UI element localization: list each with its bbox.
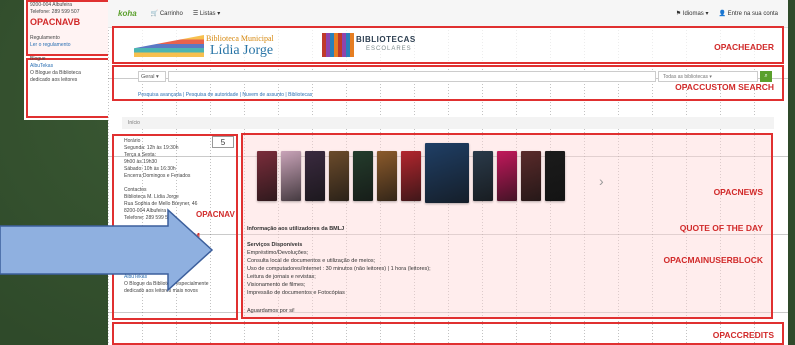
breadcrumb-home[interactable]: Início [128, 120, 140, 126]
services-title: Serviços Disponíveis [247, 242, 303, 248]
info-title: Informação aos utilizadores da BMLJ [247, 226, 345, 232]
ghost-region-label: OPACNAVB [30, 17, 81, 27]
book-cover[interactable] [281, 151, 301, 201]
book-cover[interactable] [497, 151, 517, 201]
more-searches-links[interactable]: Pesquisa avançada | Pesquisa de autorida… [138, 92, 312, 98]
library-select[interactable]: Todas as bibliotecas ▾ [658, 71, 758, 82]
breadcrumb: Início [122, 117, 774, 129]
opacmainuserblock-label: OPACMAINUSERBLOCK [663, 255, 763, 265]
logo-escolares-top: BIBLIOTECAS [356, 35, 416, 44]
opacnews-label: OPACNEWS [713, 187, 763, 197]
service-item: Empréstimo/Devoluções; [247, 250, 309, 256]
ghost-blog-desc1: O Blogue da Biblioteca [30, 70, 81, 76]
book-cover[interactable] [257, 151, 277, 201]
opaccustomsearch-region: Geral ▾ Todas as bibliotecas ▾ ⌕ Pesquis… [112, 65, 784, 101]
quote-of-the-day-label: QUOTE OF THE DAY [679, 223, 763, 233]
top-navbar: koha 🛒 Carrinho ☰ Listas ▾ ⚑ Idiomas ▾ 👤… [108, 0, 788, 28]
carousel-next-chevron-icon[interactable]: › [599, 173, 604, 189]
book-cover[interactable] [521, 151, 541, 201]
service-item: Visionamento de filmes; [247, 282, 306, 288]
search-icon: ⌕ [764, 73, 768, 79]
nav-line: Contactos [124, 187, 147, 193]
library-select-value: Todas as bibliotecas [663, 74, 709, 80]
nav-line: Biblioteca M. Lídia Jorge [124, 194, 179, 200]
login-link[interactable]: 👤 Entre na sua conta [718, 10, 778, 17]
search-go-button[interactable]: ⌕ [760, 71, 772, 82]
opacnav-label: OPACNAV [196, 210, 235, 219]
lists-link[interactable]: ☰ Listas ▾ [193, 10, 220, 17]
ghost-blog-desc2: dedicado aos leitores [30, 77, 78, 83]
book-cover[interactable] [401, 151, 421, 201]
languages-menu[interactable]: ⚑ Idiomas ▾ [676, 10, 709, 17]
nav-line: Rua Sophia de Mello Breyner, 46 [124, 201, 198, 207]
nav-line: Sábado: 10h às 16:30h [124, 166, 176, 172]
nav-line: Telefone: 289 599 507 [124, 215, 174, 221]
opaccredits-label: OPACCREDITS [712, 330, 774, 340]
login-label: Entre na sua conta [727, 11, 778, 17]
opacheader-region: Biblioteca Municipal Lídia Jorge BIBLIOT… [112, 26, 784, 64]
book-cover[interactable] [473, 151, 493, 201]
nav-line: 8200-004 Albufeira [124, 208, 166, 214]
opacnews-region: › OPACNEWS QUOTE OF THE DAY OPACMAINUSER… [241, 133, 773, 319]
book-cover[interactable] [545, 151, 565, 201]
ghost-blog: Blogue [30, 56, 46, 62]
nav-line: Horário [124, 138, 141, 144]
book-cover[interactable] [305, 151, 325, 201]
cart-link[interactable]: 🛒 Carrinho [151, 10, 183, 17]
logo-municipal-name: Lídia Jorge [210, 43, 274, 58]
logo-municipal-top: Biblioteca Municipal [206, 34, 274, 43]
languages-label: Idiomas [682, 11, 704, 17]
ghost-reg-link[interactable]: Ler o regulamento [30, 42, 71, 49]
number-box: 5 [212, 136, 234, 148]
opacnavbottom-label: OPACNAVBOTTOM [122, 231, 200, 241]
search-scope-value: Geral [141, 74, 155, 80]
nav-line: 9h00 às 19h30 [124, 159, 158, 165]
ghost-blog-link[interactable]: AlbuTekas [30, 63, 53, 70]
nav-bottom-line: Blogue [124, 267, 140, 273]
cart-label: Carrinho [159, 11, 183, 17]
book-cover[interactable] [353, 151, 373, 201]
opaccredits-region: OPACCREDITS [112, 322, 784, 345]
book-cover[interactable] [329, 151, 349, 201]
koha-logo[interactable]: koha [118, 9, 137, 18]
school-libraries-bars [322, 33, 354, 57]
service-item: Consulta local de documentos e utilizaçã… [247, 258, 376, 264]
municipal-library-logo[interactable]: Biblioteca Municipal Lídia Jorge [134, 31, 309, 61]
opacnav-region: Horário Segunda: 12h às 19:30h Terça a Sex… [112, 134, 238, 320]
service-item: Impressão de documentos e Fotocópias [247, 290, 345, 296]
news-footer: Aguardamos por si! [247, 308, 295, 314]
nav-line: Segunda: 12h às 19:30h [124, 145, 179, 151]
search-input[interactable] [168, 71, 656, 82]
desktop-right-strip [788, 0, 795, 345]
nav-line: Terça a Sexta: [124, 152, 156, 158]
book-carousel[interactable] [257, 143, 587, 215]
nav-bottom-line[interactable]: Ler o regulamento [124, 253, 165, 260]
nav-bottom-line: dedicado aos leitores mais novos [124, 288, 198, 294]
opac-page: koha 🛒 Carrinho ☰ Listas ▾ ⚑ Idiomas ▾ 👤… [108, 0, 788, 345]
search-scope-select[interactable]: Geral ▾ [138, 71, 166, 82]
book-cover[interactable] [425, 143, 469, 203]
book-cover[interactable] [377, 151, 397, 201]
opacheader-label: OPACHEADER [714, 42, 774, 52]
nav-bottom-line: O Blogue da Biblioteca especialmente [124, 281, 209, 287]
background-page-preview: 9200-004 Albufeira Telefone: 289 599 507… [24, 0, 110, 120]
ghost-phone: Telefone: 289 599 507 [30, 9, 80, 15]
service-item: Leitura de jornais e revistas; [247, 274, 316, 280]
nav-bottom-line: Regulamento [124, 246, 154, 252]
ghost-reg: Regulamento [30, 35, 60, 41]
nav-bottom-line[interactable]: AlbuTekas [124, 274, 147, 281]
logo-escolares-bottom: ESCOLARES [366, 46, 412, 52]
lists-label: Listas [199, 11, 216, 17]
school-libraries-logo[interactable]: BIBLIOTECAS ESCOLARES [322, 33, 442, 57]
service-item: Uso de computadores/Internet : 30 minuto… [247, 266, 431, 272]
books-logo-graphic [134, 35, 204, 57]
nav-line: Encerra Domingos e Feriados [124, 173, 191, 179]
ghost-address: 9200-004 Albufeira [30, 2, 72, 8]
opaccustomsearch-label: OPACCUSTOM SEARCH [675, 82, 774, 92]
